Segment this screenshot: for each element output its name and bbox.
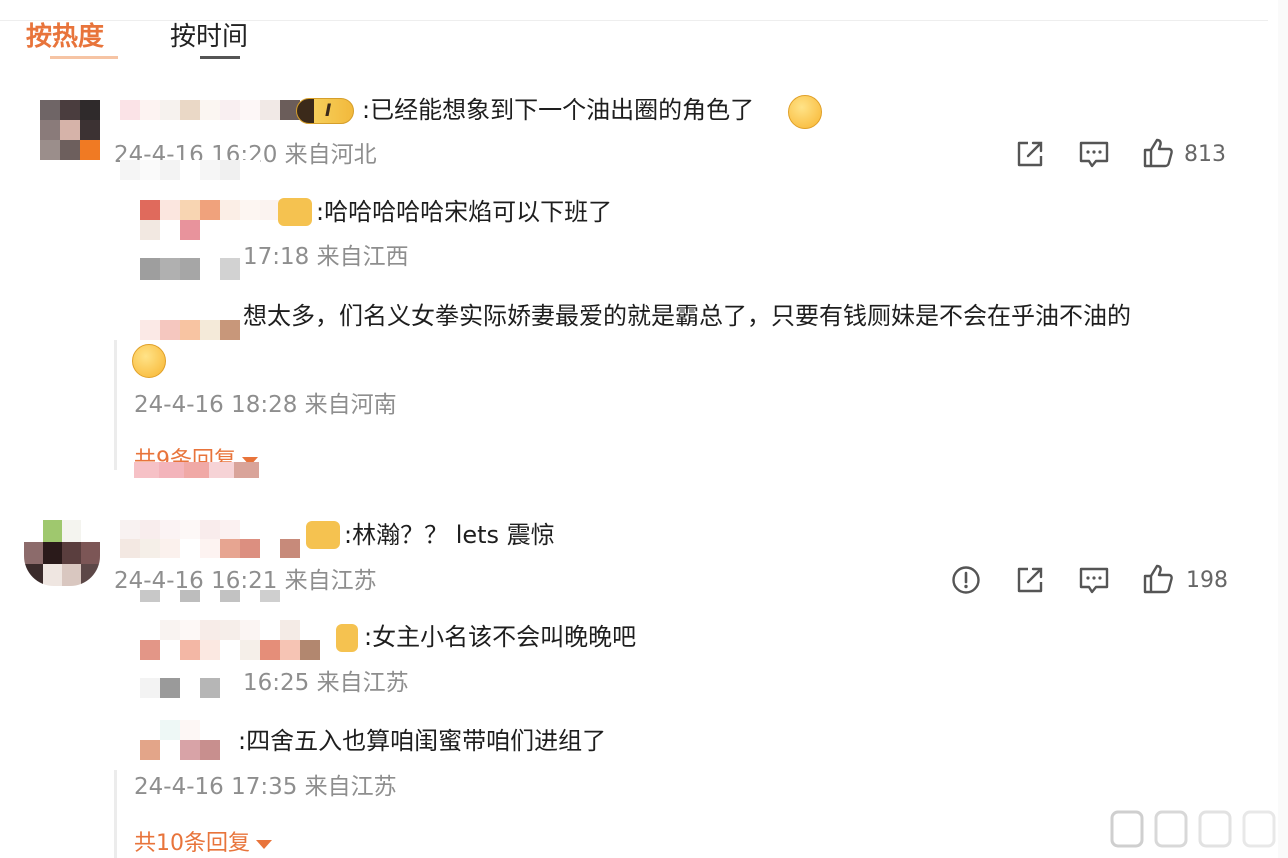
reply-link-blur <box>134 462 284 478</box>
reply-meta: 16:25 来自江苏 <box>243 670 409 696</box>
reply-username-blurred[interactable] <box>140 620 340 660</box>
reply-count-label: 共10条回复 <box>134 831 250 856</box>
chevron-down-icon <box>256 839 272 849</box>
like-count: 198 <box>1186 568 1228 593</box>
report-icon[interactable] <box>950 564 982 596</box>
shush-emoji-icon <box>132 344 166 378</box>
share-icon[interactable] <box>1014 138 1046 170</box>
watermark-icon <box>1110 810 1276 848</box>
reply-username-blurred[interactable] <box>140 720 240 760</box>
meta-blur <box>120 160 260 180</box>
expand-replies-link[interactable]: 共10条回复 <box>134 829 272 858</box>
user-badge-icon <box>278 198 312 226</box>
tab-sort-by-time[interactable]: 按时间 <box>170 20 248 54</box>
tab-idle-underline <box>200 56 240 59</box>
user-badge-icon <box>336 624 358 652</box>
reply-thread-line <box>114 340 117 470</box>
reply-text: :四舍五入也算咱闺蜜带咱们进组了 <box>238 727 607 755</box>
fan-badge-icon: I <box>296 98 354 124</box>
comment-text: :林瀚？？ lets 震惊 <box>344 521 555 549</box>
reply-username-blurred[interactable] <box>140 320 240 340</box>
reply-meta: 24-4-16 18:28 来自河南 <box>134 392 397 418</box>
username-blurred[interactable] <box>120 100 300 120</box>
comment-icon[interactable] <box>1078 138 1110 170</box>
like-icon[interactable] <box>1142 137 1174 169</box>
username-blurred[interactable] <box>120 520 300 558</box>
user-badge-icon <box>306 521 340 549</box>
tab-active-underline <box>50 56 118 59</box>
comment-icon[interactable] <box>1078 564 1110 596</box>
meta-blur <box>140 590 300 602</box>
avatar[interactable] <box>24 520 100 586</box>
reply-thread-line <box>114 770 117 858</box>
like-icon[interactable] <box>1142 563 1174 595</box>
tab-sort-by-hot[interactable]: 按热度 <box>26 20 104 54</box>
reply-username-blurred[interactable] <box>140 200 280 240</box>
reply-meta: 24-4-16 17:35 来自江苏 <box>134 774 397 800</box>
share-icon[interactable] <box>1014 564 1046 596</box>
scrollbar-track[interactable] <box>1278 0 1288 858</box>
like-count: 813 <box>1184 142 1226 167</box>
reply-meta-blur <box>140 678 240 698</box>
reply-text: :女主小名该不会叫晚晚吧 <box>364 623 637 651</box>
reply-text: :哈哈哈哈哈宋焰可以下班了 <box>316 198 613 226</box>
avatar[interactable] <box>40 100 100 160</box>
reply-text: 想太多，们名义女拳实际娇妻最爱的就是霸总了，只要有钱厕妹是不会在乎油不油的 <box>243 302 1131 330</box>
reply-meta: 17:18 来自江西 <box>243 244 409 270</box>
laughing-emoji-icon <box>788 95 822 129</box>
comment-text: :已经能想象到下一个油出圈的角色了 <box>362 96 755 124</box>
reply-meta-blur <box>140 258 240 280</box>
